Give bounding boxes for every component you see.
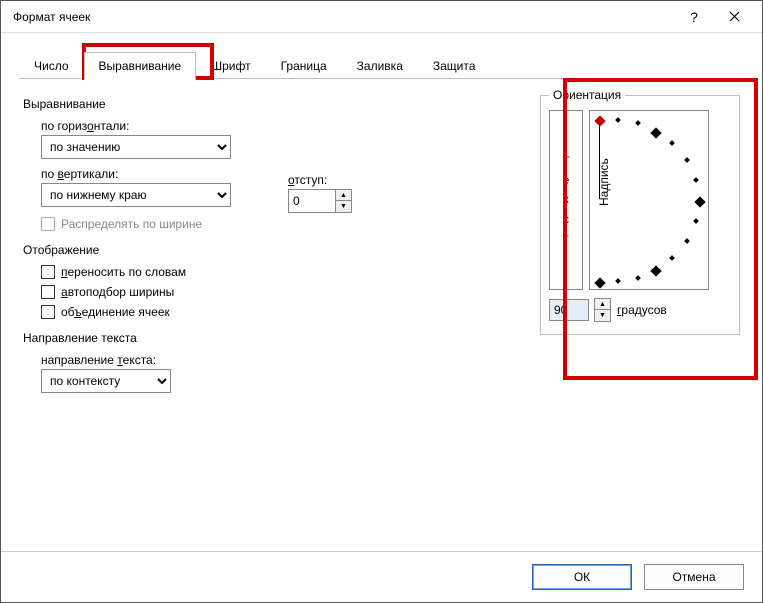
merge-label: объединение ячеек <box>61 305 170 319</box>
dial-tick-icon <box>635 120 641 126</box>
dial-tick-icon <box>694 196 705 207</box>
section-display-title: Отображение <box>23 243 520 257</box>
shrink-label: автоподбор ширины <box>61 285 174 299</box>
orientation-fieldset: Ориентация Т е к с т Надпись <box>540 95 740 335</box>
cancel-button[interactable]: Отмена <box>644 564 744 590</box>
tab-panel-alignment: Выравнивание по горизонтали: по значению… <box>1 79 762 551</box>
degrees-spin-up[interactable]: ▲ <box>594 298 611 310</box>
distribute-checkbox <box>41 217 55 231</box>
section-alignment-title: Выравнивание <box>23 97 520 111</box>
dialog-footer: ОК Отмена <box>1 551 762 602</box>
section-direction-title: Направление текста <box>23 331 520 345</box>
merge-checkbox[interactable] <box>41 305 55 319</box>
dial-pointer-icon <box>594 115 605 126</box>
degrees-label: градусов <box>617 303 667 317</box>
tab-number[interactable]: Число <box>19 52 84 80</box>
direction-label: направление текста: <box>41 353 520 367</box>
dial-tick-icon <box>684 157 690 163</box>
horizontal-combo[interactable]: по значению <box>41 135 231 159</box>
dial-tick-icon <box>693 177 699 183</box>
window-title: Формат ячеек <box>13 10 674 24</box>
dial-tick-icon <box>669 255 675 261</box>
dial-tick-icon <box>615 278 621 284</box>
orientation-dial[interactable]: Надпись <box>589 110 709 290</box>
help-button[interactable]: ? <box>674 2 714 32</box>
wrap-checkbox[interactable] <box>41 265 55 279</box>
tab-protection[interactable]: Защита <box>418 52 491 80</box>
horizontal-label: по горизонтали: <box>41 119 520 133</box>
format-cells-dialog: Формат ячеек ? Число Выравнивание Шрифт … <box>0 0 763 603</box>
vertical-combo[interactable]: по нижнему краю <box>41 183 231 207</box>
degrees-input[interactable] <box>549 299 589 321</box>
dial-tick-icon <box>669 140 675 146</box>
tab-strip: Число Выравнивание Шрифт Граница Заливка… <box>1 33 762 79</box>
tab-alignment[interactable]: Выравнивание <box>84 52 197 80</box>
degrees-spin-down[interactable]: ▼ <box>594 310 611 322</box>
indent-block: отступ: ▲ ▼ <box>288 173 352 213</box>
titlebar: Формат ячеек ? <box>1 1 762 33</box>
vertical-label: по вертикали: <box>41 167 520 181</box>
dial-tick-icon <box>615 117 621 123</box>
wrap-label: переносить по словам <box>61 265 186 279</box>
indent-spin-up[interactable]: ▲ <box>335 189 352 201</box>
tab-font[interactable]: Шрифт <box>196 52 265 80</box>
indent-input[interactable] <box>288 189 336 213</box>
distribute-label: Распределять по ширине <box>61 217 202 231</box>
ok-button[interactable]: ОК <box>532 564 632 590</box>
dial-tick-icon <box>594 277 605 288</box>
shrink-checkbox[interactable] <box>41 285 55 299</box>
dial-tick-icon <box>650 127 661 138</box>
tab-fill[interactable]: Заливка <box>342 52 418 80</box>
close-icon <box>729 11 740 22</box>
orientation-legend: Ориентация <box>549 88 625 102</box>
dial-tick-icon <box>635 275 641 281</box>
indent-spin-down[interactable]: ▼ <box>335 201 352 213</box>
dial-tick-icon <box>693 218 699 224</box>
dial-tick-icon <box>650 265 661 276</box>
right-column: Ориентация Т е к с т Надпись <box>540 91 740 543</box>
direction-combo[interactable]: по контексту <box>41 369 171 393</box>
vertical-text-button[interactable]: Т е к с т <box>549 110 583 290</box>
close-button[interactable] <box>714 2 754 32</box>
indent-label: отступ: <box>288 173 352 187</box>
left-column: Выравнивание по горизонтали: по значению… <box>23 91 540 543</box>
dial-tick-icon <box>684 238 690 244</box>
tab-border[interactable]: Граница <box>266 52 342 80</box>
dial-needle-label: Надпись <box>597 158 611 206</box>
